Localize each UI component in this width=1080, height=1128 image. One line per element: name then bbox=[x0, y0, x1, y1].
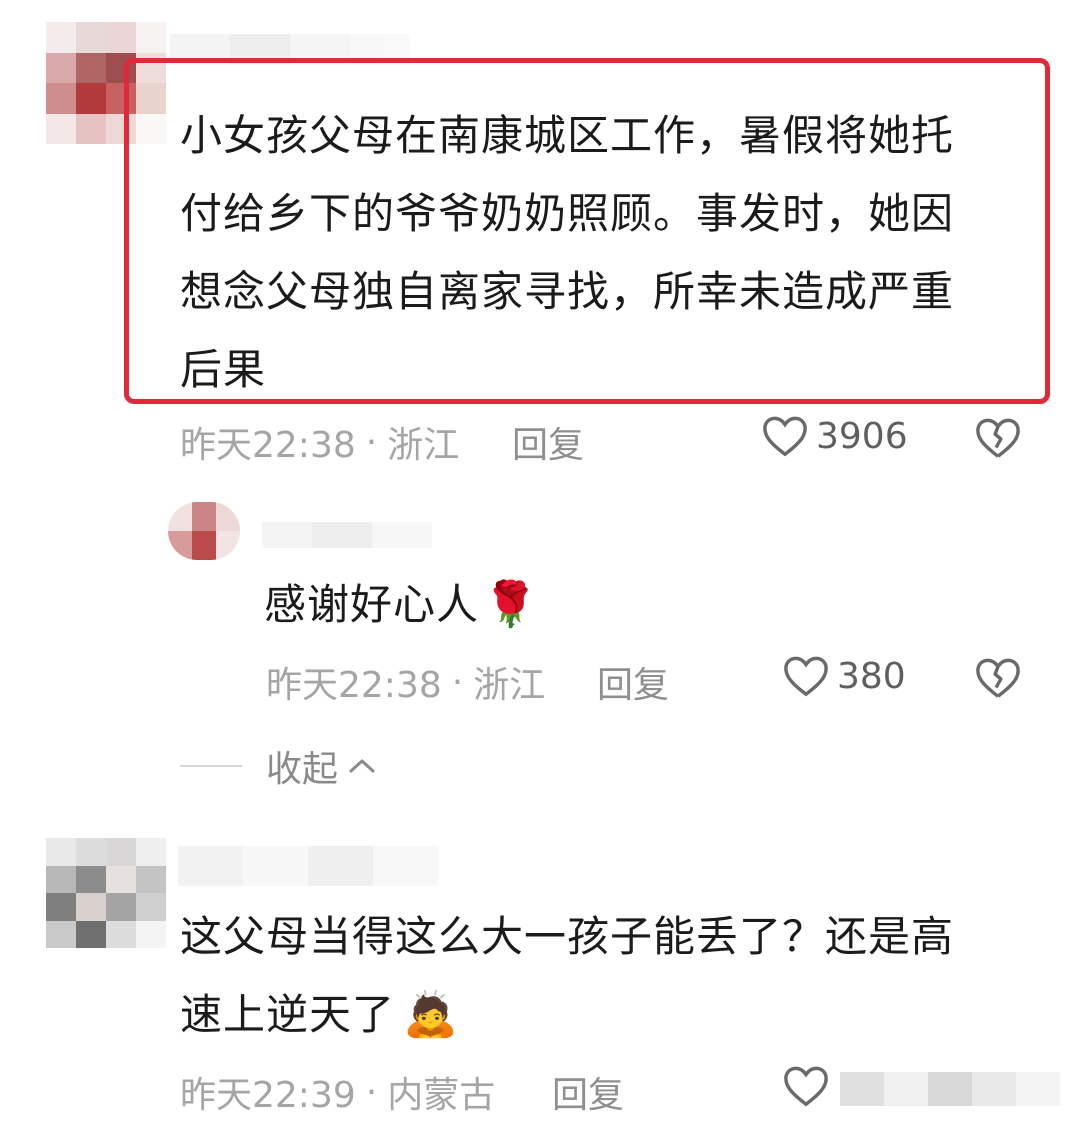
comment-text: 感谢好心人 🌹 bbox=[264, 566, 539, 644]
bowing-emoji: 🙇 bbox=[403, 989, 459, 1040]
reply-button[interactable]: 回复 bbox=[597, 656, 669, 708]
heart-icon bbox=[784, 1066, 828, 1107]
comment-text: 这父母当得这么大一孩子能丢了？还是高 速上逆天了 🙇 bbox=[180, 898, 1020, 1054]
reply-button[interactable]: 回复 bbox=[552, 1066, 624, 1118]
like-button[interactable] bbox=[783, 1064, 837, 1108]
collapse-replies-button[interactable]: 收起 bbox=[180, 740, 378, 792]
like-button[interactable]: 3906 bbox=[762, 414, 908, 458]
chevron-up-icon bbox=[349, 759, 375, 773]
comment-time: 昨天22:38 bbox=[266, 665, 442, 706]
avatar[interactable] bbox=[46, 838, 166, 948]
username-blurred[interactable] bbox=[262, 522, 432, 548]
meta-separator: · bbox=[451, 661, 464, 703]
heart-icon bbox=[763, 416, 807, 457]
like-count: 3906 bbox=[816, 415, 908, 457]
reply-button[interactable]: 回复 bbox=[512, 416, 584, 468]
meta-separator: · bbox=[365, 421, 378, 463]
comment-meta: 昨天22:39 · 内蒙古 bbox=[180, 1066, 495, 1118]
meta-separator: · bbox=[365, 1071, 378, 1113]
comment-location: 内蒙古 bbox=[387, 1075, 496, 1116]
rose-emoji: 🌹 bbox=[483, 579, 539, 630]
comment-time: 昨天22:38 bbox=[180, 425, 356, 466]
avatar[interactable] bbox=[168, 502, 240, 560]
like-count-blurred bbox=[840, 1072, 1060, 1106]
like-count: 380 bbox=[837, 655, 906, 697]
username-blurred[interactable] bbox=[178, 846, 438, 886]
collapse-label: 收起 bbox=[266, 749, 339, 790]
heart-icon bbox=[784, 656, 828, 697]
comment-text: 小女孩父母在南康城区工作，暑假将她托 付给乡下的爷爷奶奶照顾。事发时，她因 想念… bbox=[180, 111, 955, 394]
like-button[interactable]: 380 bbox=[783, 654, 906, 698]
comment-meta: 昨天22:38 · 浙江 bbox=[180, 416, 459, 468]
broken-heart-icon[interactable] bbox=[975, 416, 1021, 460]
comment-time: 昨天22:39 bbox=[180, 1075, 356, 1116]
broken-heart-icon[interactable] bbox=[975, 656, 1021, 700]
collapse-divider bbox=[180, 765, 242, 767]
comment-meta: 昨天22:38 · 浙江 bbox=[266, 656, 545, 708]
comment-location: 浙江 bbox=[473, 665, 546, 706]
comment-location: 浙江 bbox=[387, 425, 460, 466]
